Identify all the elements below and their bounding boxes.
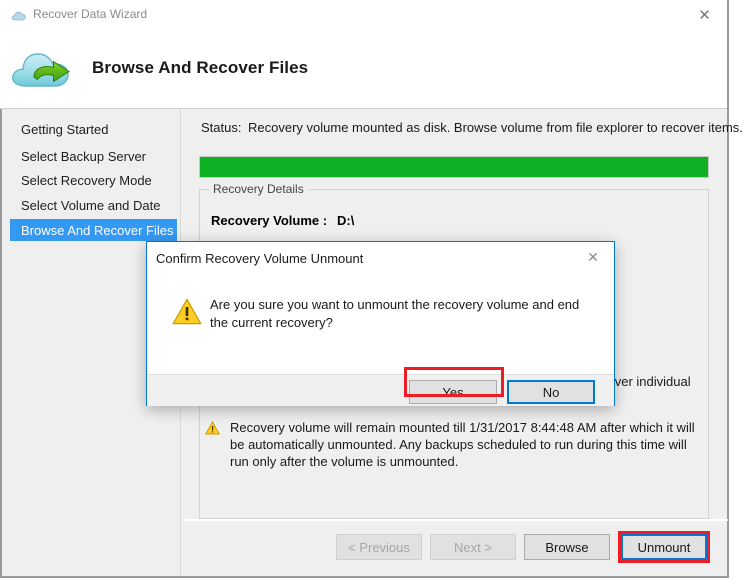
- recovery-volume-value: D:\: [337, 213, 355, 228]
- status-label: Status:: [201, 120, 242, 135]
- previous-button[interactable]: < Previous: [336, 534, 422, 560]
- mount-expiry-note-text: Recovery volume will remain mounted till…: [230, 420, 695, 469]
- sidebar-item-select-volume-date[interactable]: Select Volume and Date: [10, 194, 177, 216]
- dialog-close-icon[interactable]: ✕: [572, 242, 614, 273]
- recovery-volume-label: Recovery Volume :: [211, 213, 328, 228]
- progress-bar-fill: [200, 157, 708, 177]
- page-header: Browse And Recover Files: [0, 30, 727, 109]
- dialog-button-bar: Yes No: [147, 374, 614, 406]
- warning-triangle-icon: [172, 298, 202, 325]
- recovery-details-legend: Recovery Details: [209, 182, 308, 196]
- content-divider: [182, 519, 728, 521]
- unmount-button[interactable]: Unmount: [621, 534, 707, 560]
- dialog-body: Are you sure you want to unmount the rec…: [147, 274, 614, 374]
- sidebar-item-getting-started[interactable]: Getting Started: [10, 118, 177, 140]
- dialog-title: Confirm Recovery Volume Unmount: [156, 251, 364, 266]
- window-title: Recover Data Wizard: [33, 7, 148, 21]
- sidebar-item-select-recovery-mode[interactable]: Select Recovery Mode: [10, 169, 177, 191]
- sidebar-item-browse-and-recover-files[interactable]: Browse And Recover Files: [10, 219, 177, 241]
- close-icon[interactable]: ✕: [682, 0, 727, 30]
- next-button[interactable]: Next >: [430, 534, 516, 560]
- browse-button[interactable]: Browse: [524, 534, 610, 560]
- cloud-icon: [11, 9, 27, 21]
- page-title: Browse And Recover Files: [92, 58, 309, 77]
- progress-bar: [199, 156, 709, 178]
- dialog-message: Are you sure you want to unmount the rec…: [210, 297, 580, 330]
- confirm-unmount-dialog: Confirm Recovery Volume Unmount ✕ Are yo…: [146, 241, 615, 406]
- window-bottom-right-filler: [576, 578, 744, 586]
- cloud-recovery-logo-icon: [8, 46, 80, 94]
- sidebar-item-select-backup-server[interactable]: Select Backup Server: [10, 145, 177, 167]
- dialog-no-button[interactable]: No: [507, 380, 595, 404]
- dialog-titlebar: Confirm Recovery Volume Unmount ✕: [147, 242, 614, 274]
- warning-triangle-icon: [204, 420, 221, 435]
- status-value: Recovery volume mounted as disk. Browse …: [248, 120, 743, 135]
- window-titlebar: Recover Data Wizard ✕: [0, 0, 727, 30]
- dialog-yes-button[interactable]: Yes: [409, 380, 497, 404]
